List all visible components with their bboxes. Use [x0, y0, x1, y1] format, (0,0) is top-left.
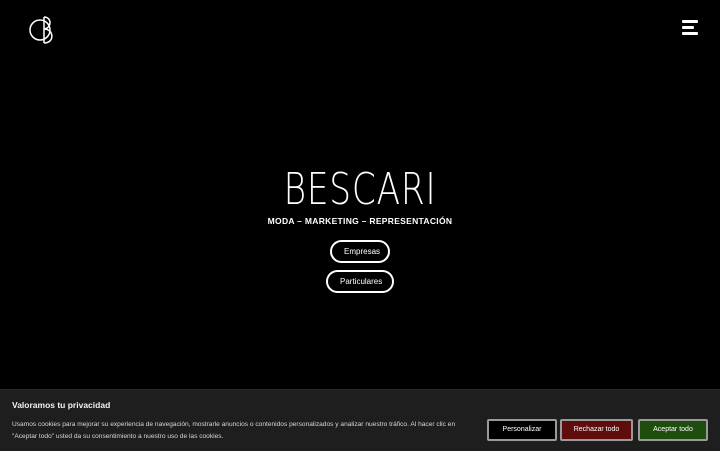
- cookie-banner-title: Valoramos tu privacidad: [12, 400, 111, 410]
- hero: BESCARI MODA – MARKETING – REPRESENTACIÓ…: [0, 164, 720, 227]
- tagline: MODA – MARKETING – REPRESENTACIÓN: [267, 216, 453, 226]
- brand-wordmark: BESCARI: [283, 164, 437, 215]
- bescari-monogram-icon[interactable]: [28, 14, 60, 46]
- hamburger-menu-icon[interactable]: [682, 20, 698, 36]
- accept-all-button[interactable]: Aceptar todo: [638, 419, 708, 441]
- customize-button[interactable]: Personalizar: [487, 419, 557, 441]
- empresas-button[interactable]: Empresas: [330, 240, 390, 263]
- particulares-button[interactable]: Particulares: [326, 270, 394, 293]
- cookie-banner-text: Usamos cookies para mejorar su experienc…: [12, 421, 456, 440]
- cookie-banner: Valoramos tu privacidad Usamos cookies p…: [0, 389, 720, 451]
- reject-all-button[interactable]: Rechazar todo: [560, 419, 633, 441]
